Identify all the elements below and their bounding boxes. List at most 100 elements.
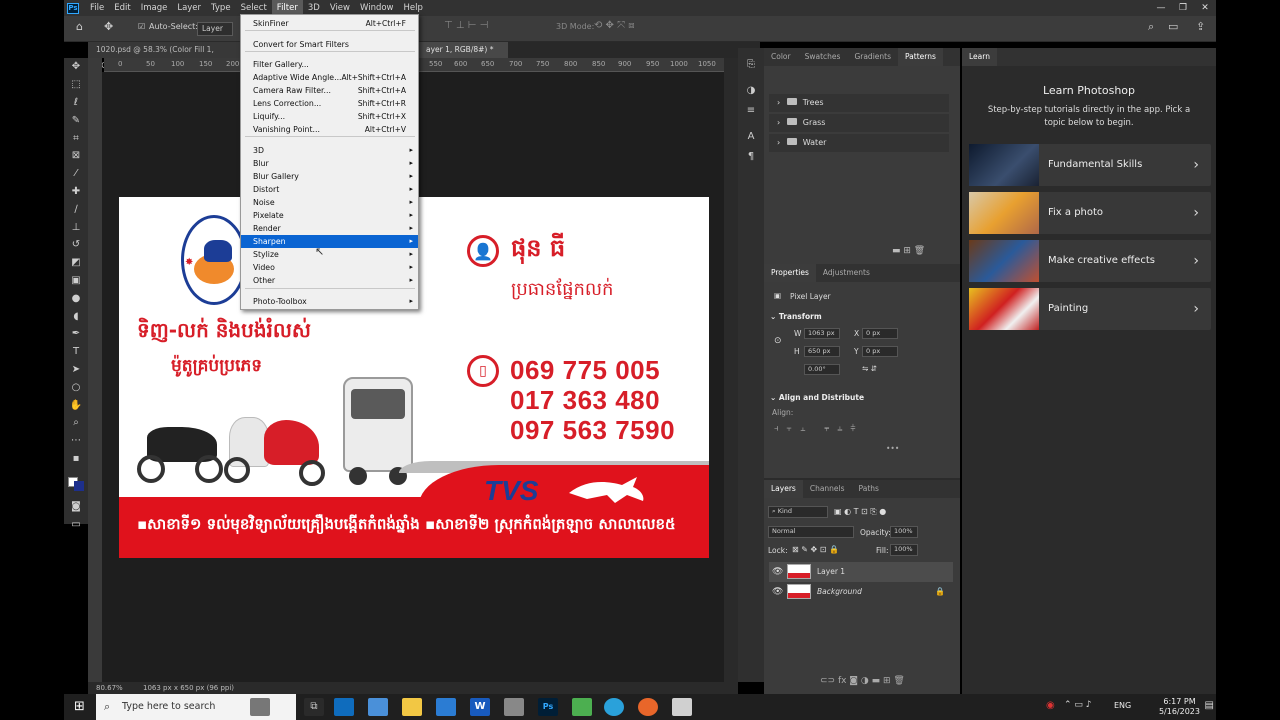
language-indicator[interactable]: ENG: [1114, 701, 1131, 710]
quick-select-icon[interactable]: ✎: [64, 111, 88, 129]
crop-icon[interactable]: ⌗: [64, 129, 88, 147]
visibility-eye-icon[interactable]: 👁: [772, 582, 783, 602]
learn-card-creative-effects[interactable]: Make creative effects ›: [969, 240, 1211, 282]
healing-icon[interactable]: ✚: [64, 183, 88, 201]
tab-color[interactable]: Color: [764, 48, 798, 66]
telegram-icon[interactable]: [604, 698, 624, 716]
record-icon[interactable]: ◉: [1046, 700, 1055, 711]
move-icon[interactable]: ✥: [64, 58, 88, 76]
eyedropper-icon[interactable]: ⁄: [64, 165, 88, 183]
history-panel-icon[interactable]: ⎘: [738, 54, 764, 74]
layer-filter-icons[interactable]: ▣ ◐ T ⊡ ⎘ ●: [834, 507, 886, 517]
learn-card-fix-photo[interactable]: Fix a photo ›: [969, 192, 1211, 234]
workspace-icon[interactable]: ▭: [1168, 20, 1178, 33]
notification-icon[interactable]: ▤: [1205, 700, 1214, 711]
tab-layers[interactable]: Layers: [764, 480, 803, 498]
minimize-icon[interactable]: —: [1150, 0, 1172, 16]
quick-mask-icon[interactable]: ◙: [64, 497, 88, 515]
filter-menu-item[interactable]: Distort ▸: [241, 183, 418, 196]
fill-field[interactable]: 100%: [890, 544, 918, 556]
auto-select-checkbox[interactable]: ☑: [138, 22, 145, 31]
menu-file[interactable]: File: [85, 0, 109, 16]
menu-layer[interactable]: Layer: [172, 0, 206, 16]
filter-menu-item[interactable]: Adaptive Wide Angle... Alt+Shift+Ctrl+A: [241, 71, 418, 84]
file-explorer-icon[interactable]: [402, 698, 422, 716]
tray-icons[interactable]: ⌃ ▭ ♪: [1064, 700, 1092, 710]
y-field[interactable]: 0 px: [862, 346, 898, 357]
filter-menu-item[interactable]: Other ▸: [241, 274, 418, 287]
tab-swatches[interactable]: Swatches: [798, 48, 848, 66]
home-icon[interactable]: ⌂: [76, 20, 83, 33]
layer-row-layer1[interactable]: 👁 Layer 1: [769, 562, 953, 582]
move-tool-icon[interactable]: ✥: [104, 20, 113, 33]
filter-menu-item[interactable]: Blur ▸: [241, 157, 418, 170]
filter-menu-item[interactable]: Blur Gallery ▸: [241, 170, 418, 183]
learn-card-fundamental-skills[interactable]: Fundamental Skills ›: [969, 144, 1211, 186]
filter-menu-item[interactable]: Noise ▸: [241, 196, 418, 209]
app-icon[interactable]: [572, 698, 592, 716]
opacity-field[interactable]: 100%: [890, 526, 918, 538]
character-panel-icon[interactable]: A: [738, 126, 764, 146]
pattern-panel-actions[interactable]: ▬ ⊞ 🗑: [892, 246, 925, 256]
type-icon[interactable]: T: [64, 343, 88, 361]
store-icon[interactable]: [368, 698, 388, 716]
camera-app-icon[interactable]: [250, 698, 270, 716]
filter-menu-item[interactable]: Video ▸: [241, 261, 418, 274]
tab-gradients[interactable]: Gradients: [847, 48, 898, 66]
screen-mode-icon[interactable]: ▭: [64, 515, 88, 533]
blend-mode-dropdown[interactable]: Normal: [768, 526, 854, 538]
doc-tab-active[interactable]: ayer 1, RGB/8#) * ✕: [418, 42, 508, 70]
brush-icon[interactable]: ∕: [64, 200, 88, 218]
more-tools-icon[interactable]: ⋯: [64, 432, 88, 450]
firefox-icon[interactable]: [638, 698, 658, 716]
align-buttons[interactable]: ⫞⫟⫠ ⫧⫨⫩: [774, 424, 864, 434]
edge-icon[interactable]: [334, 698, 354, 716]
clock[interactable]: 6:17 PM 5/16/2023: [1159, 697, 1200, 717]
blur-icon[interactable]: ●: [64, 289, 88, 307]
pattern-folder-grass[interactable]: › Grass: [769, 114, 949, 132]
layer-actions[interactable]: ⊂⊃ fx ◙ ◑ ▬ ⊞ 🗑: [820, 676, 905, 686]
auto-select-dropdown[interactable]: Layer: [197, 22, 233, 36]
pattern-folder-water[interactable]: › Water: [769, 134, 949, 152]
mail-icon[interactable]: [436, 698, 456, 716]
tab-patterns[interactable]: Patterns: [898, 48, 943, 66]
layer-row-background[interactable]: 👁 Background 🔒: [769, 582, 953, 602]
learn-card-painting[interactable]: Painting ›: [969, 288, 1211, 330]
angle-field[interactable]: 0.00°: [804, 364, 840, 375]
doc-tab-1020[interactable]: 1020.psd @ 58.3% (Color Fill 1, RGB/8): [88, 42, 248, 70]
app-icon[interactable]: [504, 698, 524, 716]
tab-channels[interactable]: Channels: [803, 480, 852, 498]
filter-menu-item[interactable]: Sharpen ▸: [241, 235, 418, 248]
filter-menu-item[interactable]: Render ▸: [241, 222, 418, 235]
lasso-icon[interactable]: ℓ: [64, 94, 88, 112]
x-field[interactable]: 0 px: [862, 328, 898, 339]
gradient-icon[interactable]: ▣: [64, 272, 88, 290]
canvas-scrollbar[interactable]: [724, 58, 738, 682]
marquee-icon[interactable]: ⬚: [64, 76, 88, 94]
transform-header[interactable]: ⌄ Transform: [770, 312, 822, 321]
filter-menu-item[interactable]: Photo-Toolbox ▸: [241, 295, 418, 308]
filter-menu-item[interactable]: Stylize ▸: [241, 248, 418, 261]
tab-learn[interactable]: Learn: [962, 48, 997, 66]
word-icon[interactable]: W: [470, 698, 490, 716]
align-icons[interactable]: ⊤ ⊥ ⊢ ⊣: [444, 20, 488, 31]
restore-icon[interactable]: ❐: [1172, 0, 1194, 16]
app-icon[interactable]: [672, 698, 692, 716]
color-swatch-icon[interactable]: [64, 467, 88, 497]
search-icon[interactable]: ⌕: [1148, 20, 1154, 34]
3d-mode-icons[interactable]: ⟲ ✥ ⤧ ⧈: [594, 20, 635, 31]
filter-menu-item[interactable]: Lens Correction... Shift+Ctrl+R: [241, 97, 418, 110]
menu-type[interactable]: Type: [206, 0, 236, 16]
flip-icons[interactable]: ⇋ ⇵: [862, 364, 877, 373]
pattern-folder-trees[interactable]: › Trees: [769, 94, 949, 112]
zoom-icon[interactable]: ⌕: [64, 414, 88, 432]
pen-icon[interactable]: ✒: [64, 325, 88, 343]
hand-icon[interactable]: ✋: [64, 396, 88, 414]
close-icon[interactable]: ✕: [1194, 0, 1216, 16]
filter-menu-item[interactable]: Convert for Smart Filters: [241, 38, 418, 51]
dodge-icon[interactable]: ◖: [64, 307, 88, 325]
lock-icons[interactable]: ⊠ ✎ ✥ ⊡ 🔒: [792, 545, 839, 554]
frame-icon[interactable]: ⊠: [64, 147, 88, 165]
more-options-icon[interactable]: •••: [886, 444, 899, 453]
zoom-level[interactable]: 80.67%: [96, 684, 123, 692]
